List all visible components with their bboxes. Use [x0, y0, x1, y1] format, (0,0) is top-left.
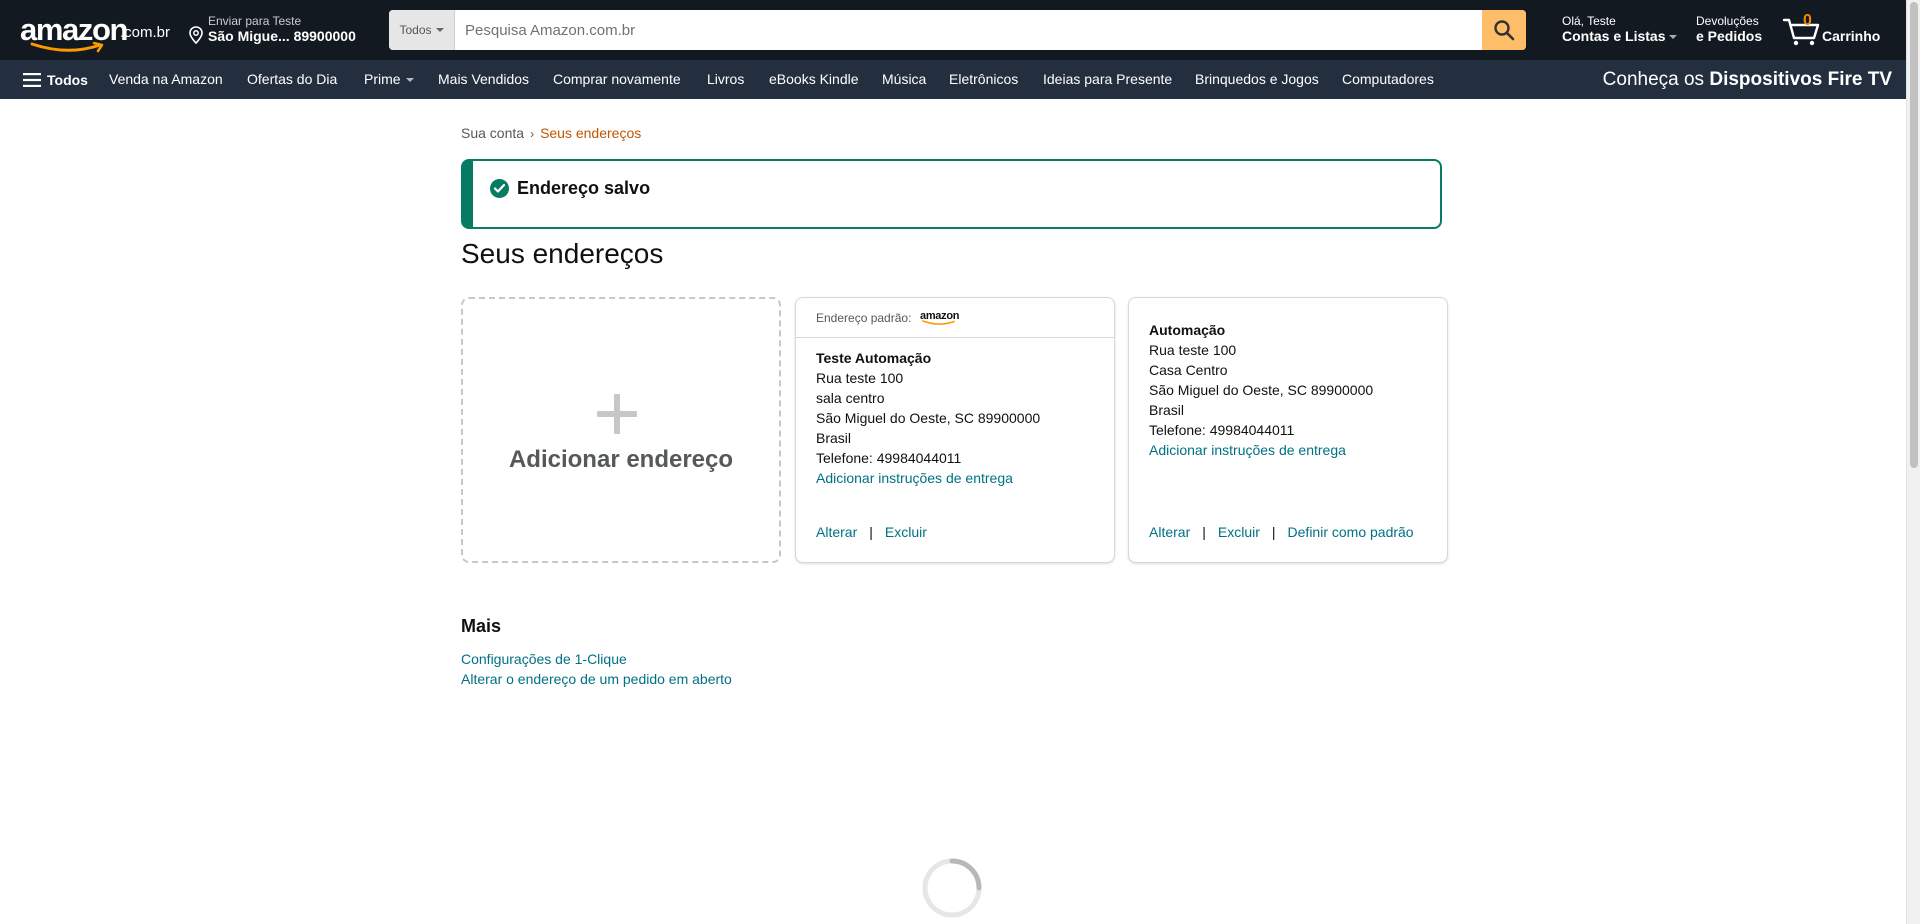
returns-orders-link[interactable]: Devoluções e Pedidos: [1696, 14, 1762, 44]
breadcrumb-separator: ›: [530, 127, 535, 141]
action-separator: |: [1271, 524, 1276, 540]
hamburger-icon: [23, 72, 41, 87]
edit-address-link[interactable]: Alterar: [1149, 524, 1190, 540]
search-icon: [1494, 20, 1515, 41]
address-line1: Rua teste 100: [1149, 342, 1237, 358]
nav-item-computadores[interactable]: Computadores: [1342, 60, 1434, 99]
address-line2: sala centro: [816, 390, 885, 406]
nav-item-prime[interactable]: Prime: [364, 60, 414, 99]
promo-bold: Dispositivos Fire TV: [1709, 69, 1892, 90]
edit-address-link[interactable]: Alterar: [816, 524, 857, 540]
action-separator: |: [869, 524, 873, 540]
nav-item-venda[interactable]: Venda na Amazon: [109, 60, 223, 99]
check-circle-icon: [490, 179, 509, 198]
search-button[interactable]: [1482, 10, 1526, 50]
address-actions: Alterar | Excluir | Definir como padrão: [1149, 524, 1414, 540]
add-delivery-instructions-link[interactable]: Adicionar instruções de entrega: [816, 470, 1013, 486]
scrollbar-thumb[interactable]: [1910, 2, 1918, 468]
alert-message: Endereço salvo: [517, 178, 651, 198]
cart-button[interactable]: 0 Carrinho: [1782, 10, 1892, 50]
chevron-down-icon: [435, 28, 444, 32]
search-category-dropdown[interactable]: Todos: [389, 10, 455, 50]
chevron-down-icon: [1669, 35, 1678, 40]
nav-item-mais-vendidos[interactable]: Mais Vendidos: [438, 60, 529, 99]
breadcrumb-account-link[interactable]: Sua conta: [461, 125, 524, 141]
address-name: Automação: [1149, 322, 1226, 338]
promo-prefix: Conheça os: [1602, 69, 1705, 90]
nav-item-prime-label: Prime: [364, 71, 401, 87]
breadcrumb-current: Seus endereços: [540, 125, 642, 141]
deliver-label: Enviar para Teste: [208, 14, 302, 28]
nav-item-ideias-presente[interactable]: Ideias para Presente: [1043, 60, 1172, 99]
account-greeting: Olá, Teste: [1562, 14, 1616, 28]
address-line1: Rua teste 100: [816, 370, 904, 386]
amazon-mini-logo: amazon: [920, 310, 960, 326]
breadcrumb: Sua conta › Seus endereços: [461, 125, 641, 141]
cart-label: Carrinho: [1822, 28, 1881, 44]
spinner-icon: [922, 858, 982, 918]
address-block: Automação Rua teste 100 Casa Centro São …: [1149, 320, 1373, 460]
all-menu-label: Todos: [47, 71, 88, 88]
nav-item-brinquedos[interactable]: Brinquedos e Jogos: [1195, 60, 1319, 99]
address-city: São Miguel do Oeste, SC 89900000: [1149, 382, 1374, 398]
main-nav: Todos Venda na Amazon Ofertas do Dia Pri…: [0, 60, 1906, 99]
address-name: Teste Automação: [816, 350, 932, 366]
logo-tld: .com.br: [120, 24, 171, 41]
address-country: Brasil: [1149, 402, 1185, 418]
action-separator: |: [1202, 524, 1206, 540]
search-input[interactable]: [455, 10, 1482, 50]
fire-tv-promo[interactable]: Conheça os Dispositivos Fire TV: [1603, 60, 1892, 99]
address-country: Brasil: [816, 430, 852, 446]
address-phone: Telefone: 49984044011: [1149, 422, 1295, 438]
change-order-address-link[interactable]: Alterar o endereço de um pedido em abert…: [461, 671, 732, 687]
logo-smile-icon: [30, 42, 104, 53]
default-address-label: Endereço padrão:: [816, 311, 912, 325]
set-default-address-link[interactable]: Definir como padrão: [1288, 524, 1414, 540]
chevron-down-icon: [405, 78, 414, 83]
page-title: Seus endereços: [461, 238, 664, 269]
default-address-actions: Alterar | Excluir: [816, 524, 927, 540]
default-address-block: Teste Automação Rua teste 100 sala centr…: [816, 348, 1040, 488]
address-phone: Telefone: 49984044011: [816, 450, 962, 466]
nav-item-livros[interactable]: Livros: [707, 60, 744, 99]
account-lists-label: Contas e Listas: [1562, 28, 1666, 44]
search-bar: Todos: [389, 10, 1526, 50]
add-delivery-instructions-link[interactable]: Adicionar instruções de entrega: [1149, 442, 1346, 458]
delete-address-link[interactable]: Excluir: [1218, 524, 1260, 540]
cart-icon: [1782, 18, 1820, 46]
address-card: Automação Rua teste 100 Casa Centro São …: [1128, 297, 1448, 563]
add-address-label: Adicionar endereço: [508, 446, 734, 473]
default-address-card: Endereço padrão: amazon Teste Automação …: [795, 297, 1115, 563]
more-section-title: Mais: [461, 616, 502, 636]
nav-item-eletronicos[interactable]: Eletrônicos: [949, 60, 1018, 99]
address-city: São Miguel do Oeste, SC 89900000: [816, 410, 1041, 426]
one-click-settings-link[interactable]: Configurações de 1-Clique: [461, 651, 627, 667]
address-line2: Casa Centro: [1149, 362, 1228, 378]
cart-count: 0: [1803, 12, 1812, 29]
delete-address-link[interactable]: Excluir: [885, 524, 927, 540]
nav-item-ofertas[interactable]: Ofertas do Dia: [247, 60, 337, 99]
returns-label: Devoluções: [1696, 14, 1759, 28]
deliver-location: São Migue... 89900000: [208, 28, 356, 44]
orders-label: e Pedidos: [1696, 28, 1763, 44]
page-scrollbar[interactable]: [1906, 0, 1920, 924]
add-address-card[interactable]: Adicionar endereço: [461, 297, 781, 563]
nav-item-ebooks[interactable]: eBooks Kindle: [769, 60, 859, 99]
location-pin-icon: [189, 26, 203, 44]
default-address-header: Endereço padrão: amazon: [796, 298, 1114, 338]
amazon-logo[interactable]: amazon .com.br: [20, 10, 171, 53]
nav-item-comprar-novamente[interactable]: Comprar novamente: [553, 60, 681, 99]
all-menu-button[interactable]: Todos: [23, 60, 88, 99]
success-alert: Endereço salvo: [461, 159, 1442, 229]
search-category-label: Todos: [399, 23, 432, 37]
account-lists-menu[interactable]: Olá, Teste Contas e Listas: [1562, 14, 1678, 44]
nav-item-musica[interactable]: Música: [882, 60, 926, 99]
plus-icon: [597, 394, 637, 434]
top-nav: amazon .com.br Enviar para Teste São Mig…: [0, 0, 1906, 60]
